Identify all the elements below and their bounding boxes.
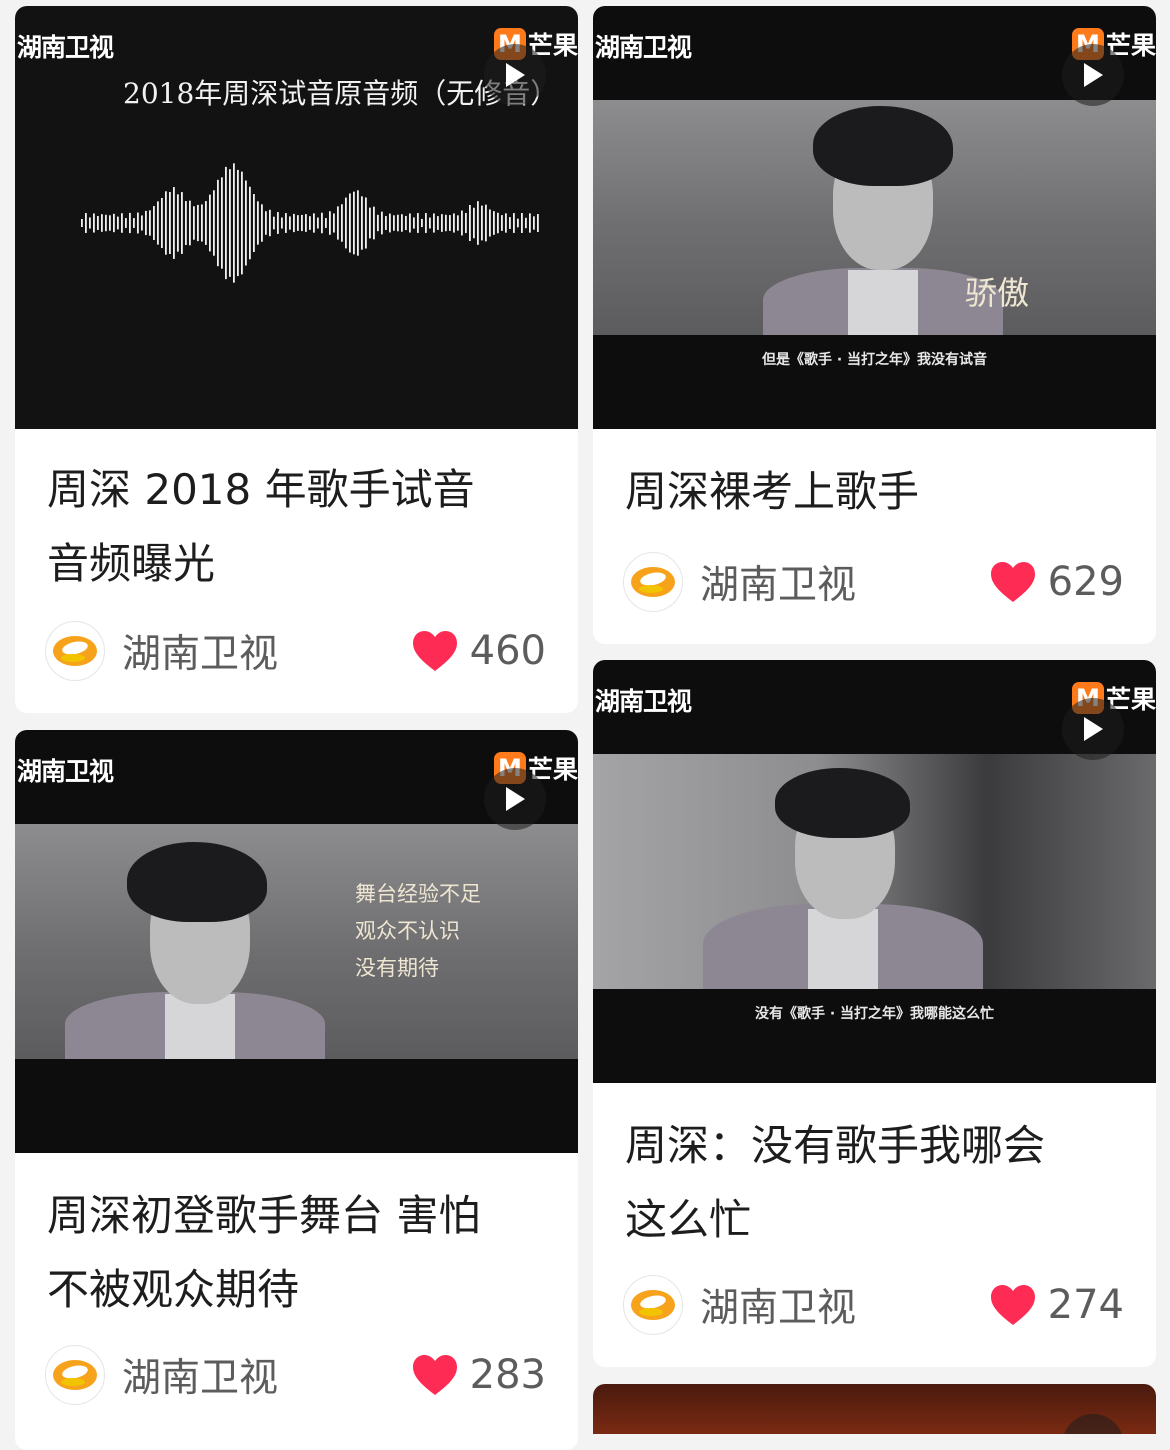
video-title[interactable]: 周深 2018 年歌手试音 音频曝光 [15,453,578,601]
video-subtitle: 没有《歌手 · 当打之年》我哪能这么忙 [754,1006,995,1022]
play-button[interactable] [484,44,546,106]
hunan-tv-watermark: 湖南卫视 [595,33,692,62]
video-title[interactable]: 周深裸考上歌手 [593,455,1156,529]
play-icon [506,63,525,87]
video-thumbnail[interactable]: 没有《歌手 · 当打之年》我哪能这么忙 湖南卫视 M芒果 [593,660,1156,1083]
video-card-2[interactable]: 骄傲 但是《歌手 · 当打之年》我没有试音 湖南卫视 M芒果 周深裸考上歌手 湖… [593,6,1156,644]
audio-waveform [81,163,539,283]
play-icon [1084,717,1103,741]
video-thumbnail[interactable]: 骄傲 但是《歌手 · 当打之年》我没有试音 湖南卫视 M芒果 [593,6,1156,429]
video-thumbnail[interactable]: 舞台经验不足 观众不认识 没有期待 湖南卫视 M芒果 [15,730,578,1153]
video-thumbnail[interactable]: 湖南卫视 M芒果 2018年周深试音原音频（无修音） [15,6,578,429]
video-card-4[interactable]: 没有《歌手 · 当打之年》我哪能这么忙 湖南卫视 M芒果 周深：没有歌手我哪会这… [593,660,1156,1367]
card-meta: 湖南卫视 274 [623,1275,1124,1335]
person-figure [703,754,983,989]
card-meta: 湖南卫视 283 [45,1345,546,1405]
video-card-1[interactable]: 湖南卫视 M芒果 2018年周深试音原音频（无修音） 周深 2018 年歌手试音… [15,6,578,713]
video-frame [593,754,1156,989]
video-title[interactable]: 周深初登歌手舞台 害怕 不被观众期待 [15,1179,578,1327]
author-name[interactable]: 湖南卫视 [700,1277,856,1333]
hunan-tv-logo-icon [53,1360,97,1390]
hunan-tv-watermark: 湖南卫视 [17,33,114,62]
play-button[interactable] [484,768,546,830]
person-figure [65,824,325,1059]
like-count[interactable]: 629 [990,559,1124,605]
thumbnail-side-text: 舞台经验不足 观众不认识 没有期待 [355,882,481,980]
heart-icon [412,1355,457,1395]
card-meta: 湖南卫视 629 [623,552,1124,612]
play-button[interactable] [1062,44,1124,106]
video-frame: 骄傲 [593,100,1156,335]
heart-icon [412,631,457,671]
author-name[interactable]: 湖南卫视 [122,623,278,679]
avatar[interactable] [45,1345,105,1405]
play-icon [1084,63,1103,87]
author-name[interactable]: 湖南卫视 [122,1347,278,1403]
video-title[interactable]: 周深：没有歌手我哪会 这么忙 [593,1109,1156,1257]
hunan-tv-watermark: 湖南卫视 [595,687,692,716]
like-count[interactable]: 460 [412,628,546,674]
hunan-tv-logo-icon [631,567,675,597]
video-card-3[interactable]: 舞台经验不足 观众不认识 没有期待 湖南卫视 M芒果 周深初登歌手舞台 害怕不被… [15,730,578,1450]
video-frame: 舞台经验不足 观众不认识 没有期待 [15,824,578,1059]
hunan-tv-watermark: 湖南卫视 [17,757,114,786]
avatar[interactable] [45,621,105,681]
heart-icon [990,562,1035,602]
thumbnail-side-text: 骄傲 [965,274,1030,312]
play-icon [506,787,525,811]
video-thumbnail[interactable] [593,1384,1156,1434]
avatar[interactable] [623,1275,683,1335]
like-count[interactable]: 283 [412,1352,546,1398]
like-count[interactable]: 274 [990,1282,1124,1328]
heart-icon [990,1285,1035,1325]
video-subtitle: 但是《歌手 · 当打之年》我没有试音 [761,352,988,368]
card-meta: 湖南卫视 460 [45,621,546,681]
play-button[interactable] [1062,1414,1124,1434]
avatar[interactable] [623,552,683,612]
play-button[interactable] [1062,698,1124,760]
author-name[interactable]: 湖南卫视 [700,554,856,610]
hunan-tv-logo-icon [631,1290,675,1320]
video-card-5[interactable] [593,1384,1156,1434]
hunan-tv-logo-icon [53,636,97,666]
